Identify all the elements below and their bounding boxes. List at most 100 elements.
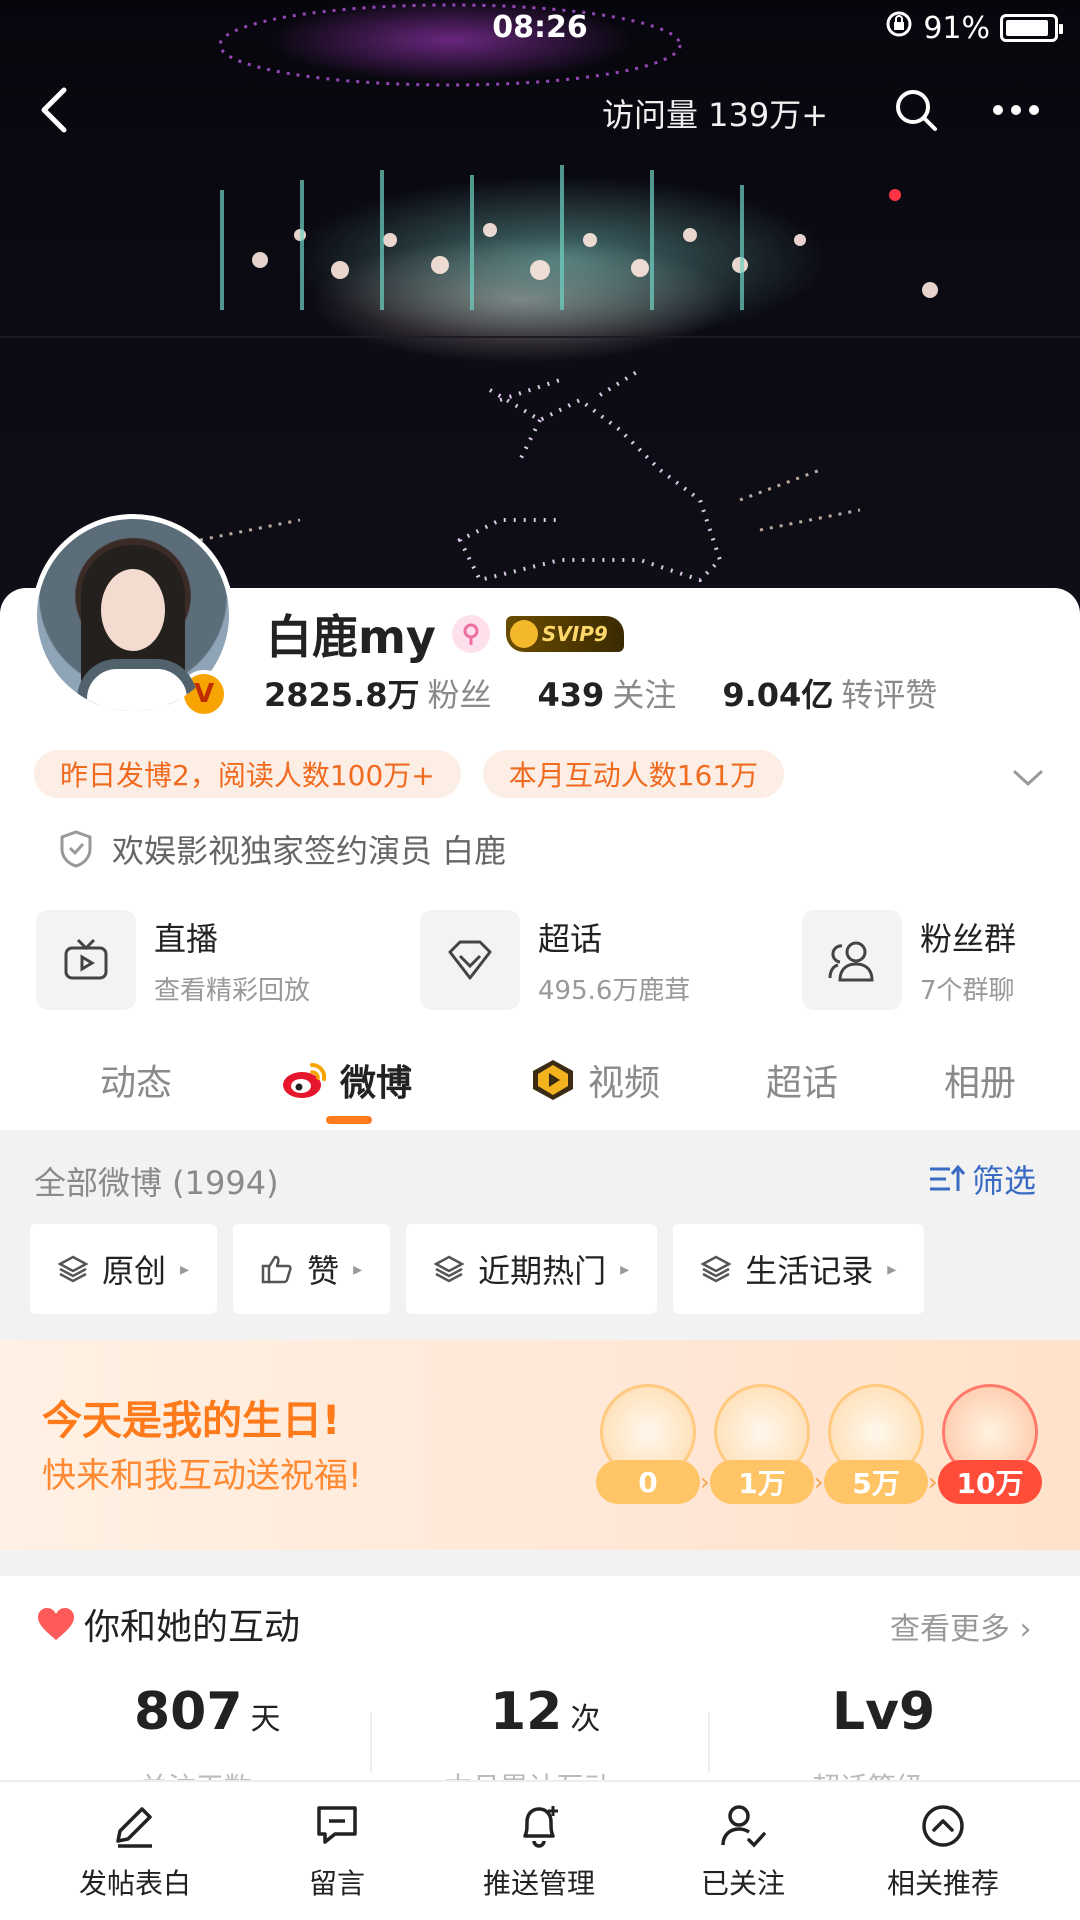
milestone-label: 5万 (824, 1460, 928, 1504)
caret-right-icon: ▸ (887, 1258, 897, 1280)
view-more-label: 查看更多 (890, 1612, 1010, 1647)
fans-stat[interactable]: 2825.8万 粉丝 (264, 670, 492, 716)
bell-plus-icon (523, 1806, 558, 1848)
metric-follow-days: 807 天 (134, 1682, 281, 1742)
following-button[interactable]: 已关注 (668, 1796, 818, 1902)
tab-video[interactable]: 视频 (528, 1054, 660, 1106)
layers-icon (434, 1255, 465, 1283)
fans-label: 粉丝 (427, 676, 492, 714)
interaction-title: 你和她的互动 (84, 1607, 301, 1648)
fans-value: 2825.8万 (264, 676, 420, 714)
related-recommend-button[interactable]: 相关推荐 (868, 1796, 1018, 1902)
tab-label: 视频 (588, 1063, 661, 1104)
metric-divider (708, 1712, 710, 1772)
fan-group-service[interactable]: 粉丝群 7个群聊 (802, 910, 1016, 1010)
live-subtitle: 查看精彩回放 (154, 975, 311, 1006)
bottom-label: 已关注 (700, 1867, 785, 1900)
chevron-right-icon: › (814, 1468, 824, 1496)
tab-supertopic[interactable]: 超话 (766, 1054, 838, 1106)
activity-tag[interactable]: 本月互动人数161万 (482, 750, 785, 798)
all-weibo-count: 全部微博 (1994) (34, 1164, 279, 1202)
bottom-label: 相关推荐 (886, 1867, 999, 1900)
birthday-milestones: 0 › 1万 › 5万 › 10万 (596, 1384, 1068, 1504)
user-check-icon (721, 1805, 766, 1848)
milestone[interactable]: 5万 (824, 1384, 928, 1504)
chevron-right-icon: › (700, 1468, 710, 1496)
push-settings-button[interactable]: 推送管理 (464, 1796, 614, 1902)
layers-icon (58, 1255, 88, 1283)
metric-value: 12 (490, 1682, 563, 1742)
caret-right-icon: ▸ (353, 1258, 363, 1280)
chip-recent-hot[interactable]: 近期热门 ▸ (406, 1224, 658, 1314)
more-button[interactable] (988, 82, 1044, 138)
active-tab-indicator (326, 1116, 372, 1124)
tab-label: 超话 (766, 1063, 839, 1104)
video-badge-icon (533, 1060, 573, 1100)
diamond-icon (420, 910, 520, 1010)
follow-stat[interactable]: 439 关注 (538, 670, 677, 716)
post-confession-button[interactable]: 发帖表白 (60, 1796, 210, 1902)
top-navigation: 访问量 139万+ (0, 80, 1080, 140)
rotation-lock-icon (885, 10, 913, 46)
thumb-up-icon (261, 1255, 292, 1284)
live-title: 直播 (154, 919, 219, 958)
follow-label: 关注 (612, 676, 677, 714)
expand-button[interactable] (1008, 758, 1048, 798)
interaction-header: 你和她的互动 (36, 1598, 300, 1650)
svip-badge[interactable]: SVIP9 (505, 616, 624, 652)
bottom-label: 留言 (308, 1867, 365, 1900)
metric-monthly-interactions: 12 次 (490, 1682, 600, 1742)
chip-label: 近期热门 (478, 1252, 607, 1290)
tab-label: 相册 (944, 1063, 1017, 1104)
tab-weibo[interactable]: 微博 (280, 1054, 412, 1106)
message-button[interactable]: 留言 (262, 1796, 412, 1902)
milestone[interactable]: 0 (596, 1384, 700, 1504)
tab-moments[interactable]: 动态 (100, 1054, 172, 1106)
pen-icon (116, 1807, 152, 1848)
status-bar: 08:26 91% (0, 0, 1080, 56)
likes-stat[interactable]: 9.04亿 转评赞 (722, 670, 937, 716)
group-icon (802, 910, 902, 1010)
metric-divider (370, 1712, 372, 1772)
milestone-label: 0 (596, 1460, 700, 1504)
search-button[interactable] (888, 82, 944, 138)
birthday-subtitle: 快来和我互动送祝福! (42, 1456, 362, 1496)
milestone[interactable]: 10万 (938, 1384, 1042, 1504)
avatar-collar (77, 659, 197, 711)
tab-label: 微博 (340, 1063, 413, 1104)
circle-up-icon (922, 1805, 964, 1847)
caret-right-icon: ▸ (620, 1258, 630, 1280)
metric-unit: 天 (250, 1702, 281, 1737)
section-separator (0, 1550, 1080, 1576)
fan-group-title: 粉丝群 (920, 919, 1017, 958)
layers-icon (701, 1255, 732, 1283)
back-arrow-icon (41, 87, 67, 133)
tab-album[interactable]: 相册 (944, 1054, 1016, 1106)
metric-unit: 次 (570, 1702, 601, 1737)
bottom-label: 发帖表白 (78, 1867, 191, 1900)
bottom-action-bar: 发帖表白 留言 推送管理 已关注 相关推荐 (0, 1780, 1080, 1920)
back-button[interactable] (26, 82, 82, 138)
live-service[interactable]: 直播 查看精彩回放 (36, 910, 310, 1010)
avatar-face (101, 569, 165, 651)
search-icon (896, 90, 937, 131)
view-more-link[interactable]: 查看更多 › (890, 1604, 1032, 1648)
fan-group-subtitle: 7个群聊 (920, 975, 1015, 1006)
status-indicators: 91% (885, 10, 1063, 46)
follow-value: 439 (537, 676, 605, 714)
chip-original[interactable]: 原创 ▸ (30, 1224, 218, 1314)
supertopic-service[interactable]: 超话 495.6万鹿茸 (420, 910, 690, 1010)
likes-value: 9.04亿 (722, 676, 834, 714)
chip-like[interactable]: 赞 ▸ (233, 1224, 391, 1314)
chip-life-record[interactable]: 生活记录 ▸ (673, 1224, 925, 1314)
likes-label: 转评赞 (841, 676, 938, 714)
metric-topic-level: Lv9 (832, 1682, 935, 1742)
milestone[interactable]: 1万 (710, 1384, 814, 1504)
shield-check-icon (60, 830, 92, 868)
filter-button[interactable]: 筛选 (928, 1156, 1036, 1202)
female-icon (451, 615, 490, 653)
activity-tag[interactable]: 昨日发博2，阅读人数100万+ (34, 750, 461, 798)
activity-tags: 昨日发博2，阅读人数100万+ 本月互动人数161万 (34, 750, 785, 798)
milestone-label: 1万 (710, 1460, 814, 1504)
caret-right-icon: ▸ (180, 1258, 190, 1280)
